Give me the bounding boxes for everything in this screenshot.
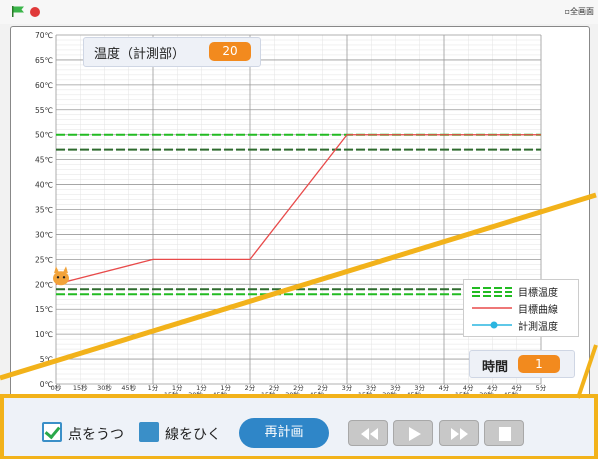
y-tick-label: 30℃ bbox=[35, 230, 53, 239]
y-tick-label: 60℃ bbox=[35, 81, 53, 90]
x-tick-label: 5分 bbox=[536, 383, 547, 392]
control-panel: 点をうつ 線をひく 再計画 bbox=[0, 398, 598, 459]
stop-button[interactable] bbox=[484, 420, 524, 446]
time-monitor: 時間 1 bbox=[469, 350, 575, 378]
dashed-green-line-icon bbox=[472, 287, 512, 297]
y-tick-label: 15℃ bbox=[35, 305, 53, 314]
x-tick-label: 0秒 bbox=[51, 383, 62, 392]
x-tick-label: 2分 bbox=[245, 383, 256, 392]
stage: 0℃ 5℃ 10℃ 15℃ 20℃ 25℃ 30℃ 35℃ 40℃ 45℃ 50℃ 55℃ 60℃ 65℃… bbox=[10, 26, 590, 400]
recalc-button[interactable]: 再計画 bbox=[239, 418, 329, 448]
legend-target-temp: 目標温度 bbox=[470, 283, 576, 299]
y-tick-label: 40℃ bbox=[35, 181, 53, 190]
temperature-label: 温度（計測部） bbox=[94, 47, 186, 62]
x-tick-label: 3分 bbox=[342, 383, 353, 392]
fast-forward-button[interactable] bbox=[439, 420, 479, 446]
y-tick-label: 65℃ bbox=[35, 56, 53, 65]
fast-forward-icon bbox=[451, 428, 468, 440]
legend: 目標温度 目標曲線 計測温度 bbox=[463, 279, 579, 337]
y-tick-label: 10℃ bbox=[35, 330, 53, 339]
cat-sprite-part bbox=[63, 266, 68, 274]
rewind-button[interactable] bbox=[348, 420, 388, 446]
rewind-icon bbox=[361, 428, 378, 440]
stop-icon[interactable] bbox=[30, 7, 40, 17]
cyan-point-line-icon bbox=[472, 321, 512, 329]
play-icon bbox=[409, 427, 421, 441]
y-tick-label: 20℃ bbox=[35, 280, 53, 289]
cat-sprite-part bbox=[53, 271, 69, 286]
plot-points-label: 点をうつ bbox=[68, 427, 124, 443]
time-label: 時間 bbox=[482, 360, 509, 375]
draw-line-checkbox[interactable] bbox=[139, 422, 159, 442]
time-value: 1 bbox=[518, 355, 560, 373]
y-tick-label: 70℃ bbox=[35, 31, 53, 40]
fullscreen-button[interactable]: ▫全画面 bbox=[565, 6, 594, 17]
stop-square-icon bbox=[499, 427, 511, 441]
green-flag-icon[interactable] bbox=[12, 6, 25, 17]
temperature-value: 20 bbox=[209, 42, 251, 61]
temperature-chart: 0℃5℃10℃15℃20℃25℃30℃35℃40℃45℃50℃55℃60℃65℃… bbox=[35, 31, 547, 399]
temperature-monitor: 温度（計測部） 20 bbox=[83, 37, 261, 67]
cat-sprite-part bbox=[62, 276, 66, 279]
legend-measured-temp: 計測温度 bbox=[470, 317, 576, 333]
y-tick-label: 55℃ bbox=[35, 106, 53, 115]
cat-sprite-part bbox=[54, 266, 59, 274]
y-tick-label: 50℃ bbox=[35, 131, 53, 140]
plot-points-checkbox[interactable] bbox=[42, 422, 62, 442]
top-bar: ▫全画面 bbox=[0, 0, 598, 24]
play-button[interactable] bbox=[393, 420, 433, 446]
cat-sprite-part bbox=[56, 276, 60, 279]
y-tick-label: 25℃ bbox=[35, 255, 53, 264]
draw-line-label: 線をひく bbox=[165, 427, 221, 443]
x-tick-label: 45秒 bbox=[121, 383, 136, 392]
y-tick-label: 5℃ bbox=[40, 355, 53, 364]
red-line-icon bbox=[472, 307, 512, 309]
check-icon bbox=[44, 422, 61, 440]
y-tick-label: 35℃ bbox=[35, 206, 53, 215]
x-tick-label: 15秒 bbox=[73, 383, 88, 392]
y-tick-label: 45℃ bbox=[35, 156, 53, 165]
legend-target-curve: 目標曲線 bbox=[470, 300, 576, 316]
x-tick-label: 1分 bbox=[148, 383, 159, 392]
x-tick-label: 4分 bbox=[439, 383, 450, 392]
x-tick-label: 30秒 bbox=[97, 383, 112, 392]
